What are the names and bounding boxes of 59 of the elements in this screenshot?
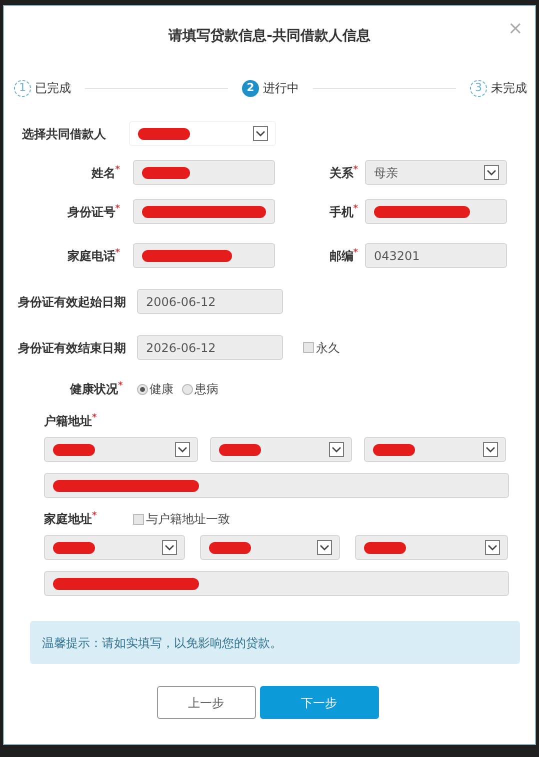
select-field[interactable] (355, 535, 508, 560)
field-label: 姓名* (90, 164, 120, 182)
dropdown-icon[interactable] (484, 165, 499, 180)
field-label: 手机* (328, 202, 358, 220)
back-button[interactable]: 上一步 (156, 686, 256, 719)
select-field[interactable] (200, 535, 340, 560)
step-number: 3 (470, 80, 487, 96)
dropdown-icon[interactable] (485, 540, 500, 555)
dropdown-icon[interactable] (175, 442, 190, 457)
step-label: 已完成 (35, 80, 71, 97)
field-value: 母亲 (374, 164, 398, 182)
input-field[interactable] (133, 160, 275, 185)
field-label: 选择共同借款人 (22, 126, 107, 142)
dialog-title: 请填写贷款信息-共同借款人信息 (168, 28, 370, 44)
select-field[interactable] (364, 437, 506, 462)
checkbox[interactable] (303, 342, 314, 353)
radio-label: 患病 (194, 381, 219, 398)
select-field[interactable] (210, 437, 352, 462)
dropdown-icon[interactable] (329, 442, 344, 457)
checkbox-label: 永久 (316, 340, 340, 356)
radio-button[interactable] (136, 384, 148, 394)
field-label: 身份证号* (66, 202, 120, 220)
field-label: 健康状况* (70, 380, 123, 398)
field-value: 2026-06-12 (146, 340, 216, 356)
input-field[interactable]: 043201 (365, 243, 507, 268)
step-label: 进行中 (263, 80, 299, 97)
input-field[interactable] (365, 199, 507, 224)
step-number: 1 (14, 80, 31, 96)
dropdown-icon[interactable] (162, 540, 177, 555)
radio-label: 健康 (150, 381, 174, 398)
next-button[interactable]: 下一步 (260, 686, 378, 719)
field-value: 043201 (374, 248, 420, 264)
field-value: 2006-06-12 (146, 294, 216, 310)
select-field[interactable] (44, 535, 185, 560)
field-label: 关系* (328, 164, 358, 182)
checkbox[interactable] (133, 514, 144, 524)
input-field[interactable] (133, 243, 275, 268)
input-field[interactable] (133, 199, 275, 224)
date-field[interactable]: 2026-06-12 (137, 335, 283, 360)
input-field[interactable] (44, 571, 509, 596)
co-borrower-select[interactable] (129, 121, 276, 146)
dropdown-icon[interactable] (317, 540, 332, 555)
field-label: 户籍地址* (44, 412, 98, 430)
field-label: 家庭地址* (44, 510, 98, 528)
checkbox-label: 与户籍地址一致 (146, 511, 230, 528)
step-label: 未完成 (491, 80, 527, 97)
date-field[interactable]: 2006-06-12 (137, 289, 283, 314)
field-label: 家庭电话* (66, 246, 120, 264)
field-label: 身份证有效起始日期 (18, 294, 127, 310)
dropdown-icon[interactable] (483, 442, 498, 457)
field-label: 邮编* (328, 246, 358, 264)
select-field[interactable]: 母亲 (365, 160, 507, 185)
dropdown-icon[interactable] (253, 126, 268, 141)
step-number: 2 (242, 80, 259, 96)
input-field[interactable] (44, 473, 509, 498)
notice-text: 温馨提示：请如实填写，以免影响您的贷款。 (30, 621, 520, 664)
field-label: 身份证有效结束日期 (18, 340, 127, 356)
radio-button[interactable] (182, 384, 193, 394)
select-field[interactable] (44, 437, 198, 462)
